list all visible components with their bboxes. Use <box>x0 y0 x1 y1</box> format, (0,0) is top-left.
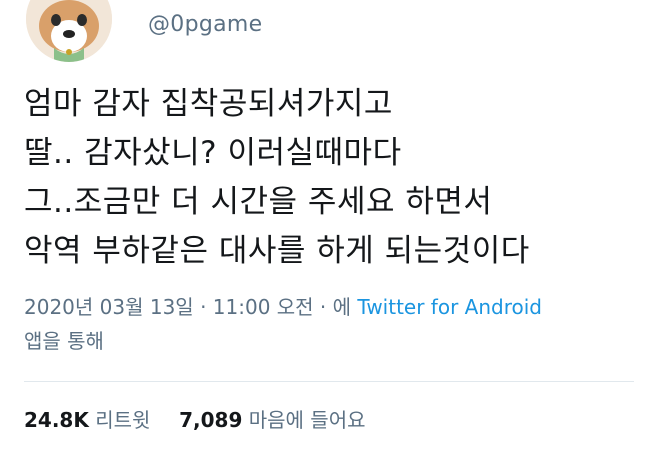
tweet-text: 엄마 감자 집착공되셔가지고 딸.. 감자샀니? 이러실때마다 그..조금만 더… <box>24 80 530 276</box>
tweet-stats: 24.8K 리트윗 7,089 마음에 들어요 <box>24 404 366 433</box>
retweet-count: 24.8K <box>24 408 89 432</box>
retweet-stat[interactable]: 24.8K 리트윗 <box>24 408 157 432</box>
source-link[interactable]: Twitter for Android <box>357 295 542 319</box>
tweet-meta: 2020년 03월 13일 · 11:00 오전 · 에 Twitter for… <box>24 290 542 358</box>
tweet-line: 딸.. 감자샀니? 이러실때마다 <box>24 135 402 171</box>
tweet-line: 그..조금만 더 시간을 주세요 하면서 <box>24 184 493 220</box>
divider <box>24 381 634 382</box>
retweet-label: 리트윗 <box>95 408 151 432</box>
author-handle[interactable]: @0pgame <box>148 12 262 37</box>
tweet-line: 엄마 감자 집착공되셔가지고 <box>24 86 393 122</box>
avatar[interactable] <box>26 0 112 62</box>
like-count: 7,089 <box>179 408 243 432</box>
timestamp[interactable]: 2020년 03월 13일 · 11:00 오전 · 에 <box>24 295 351 319</box>
tweet-line: 악역 부하같은 대사를 하게 되는것이다 <box>24 233 530 269</box>
like-stat[interactable]: 7,089 마음에 들어요 <box>179 408 365 432</box>
dog-avatar-icon <box>26 0 112 62</box>
like-label: 마음에 들어요 <box>248 408 366 432</box>
tweet-card: @0pgame 엄마 감자 집착공되셔가지고 딸.. 감자샀니? 이러실때마다 … <box>0 0 658 455</box>
source-suffix: 앱을 통해 <box>24 329 104 353</box>
